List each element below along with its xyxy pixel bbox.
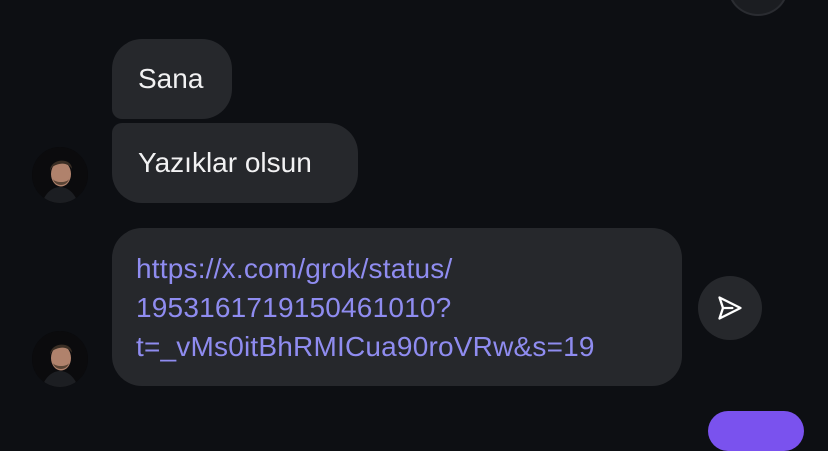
sender-avatar[interactable] xyxy=(32,147,88,203)
link-line: t=_vMs0itBhRMICua90roVRw&s=19 xyxy=(136,331,595,362)
link-line: 1953161719150461010? xyxy=(136,292,452,323)
message-text: Sana xyxy=(138,63,204,94)
sender-avatar[interactable] xyxy=(32,331,88,387)
link-line: https://x.com/grok/status/ xyxy=(136,253,453,284)
share-button[interactable] xyxy=(698,276,762,340)
outgoing-message-bubble[interactable] xyxy=(708,411,804,451)
message-bubble[interactable]: Yazıklar olsun xyxy=(112,123,358,203)
paper-plane-icon xyxy=(718,296,742,320)
top-partial-button[interactable] xyxy=(728,0,788,16)
avatar-photo-icon xyxy=(32,331,88,387)
message-text: Yazıklar olsun xyxy=(138,147,312,178)
message-link[interactable]: https://x.com/grok/status/ 1953161719150… xyxy=(136,249,595,366)
message-bubble[interactable]: Sana xyxy=(112,39,232,119)
avatar-photo-icon xyxy=(32,147,88,203)
link-message-bubble[interactable]: https://x.com/grok/status/ 1953161719150… xyxy=(112,228,682,386)
